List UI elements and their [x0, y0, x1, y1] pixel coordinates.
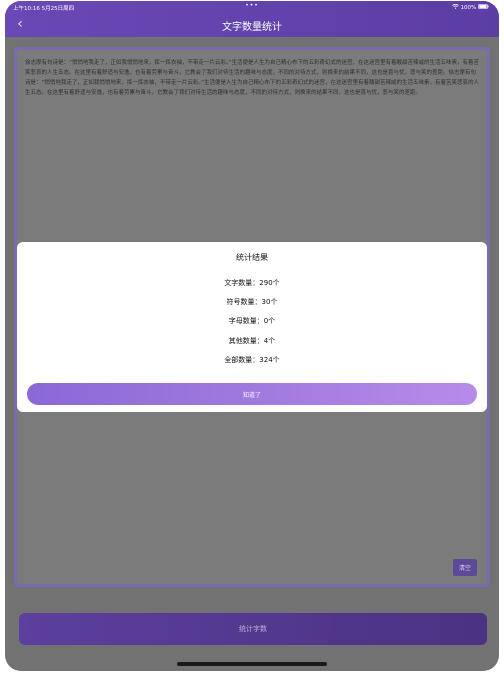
- battery-percent: 100%: [460, 5, 477, 11]
- text-content[interactable]: 徐志摩有句诗是：“悄悄地我走了，正如我悄悄地来，挥一挥衣袖，不带走一片云彩。”生…: [17, 50, 487, 106]
- modal-title: 统计结果: [236, 253, 268, 262]
- status-dots: •••: [245, 2, 259, 9]
- clear-button[interactable]: 清空: [452, 559, 477, 576]
- wifi-icon: [451, 3, 461, 11]
- page-title: 文字数量统计: [222, 22, 282, 33]
- count-button[interactable]: 统计字数: [19, 613, 487, 645]
- status-right: 100%: [451, 3, 489, 11]
- status-bar: 上午10:16 5月25日周四 ••• 100%: [5, 1, 499, 13]
- stat-other-count: 其他数量：4个: [228, 337, 276, 345]
- stat-letter-count: 字母数量：0个: [228, 317, 276, 325]
- home-indicator[interactable]: [177, 662, 327, 666]
- nav-bar: ‹ 文字数量统计: [5, 13, 499, 37]
- stat-total-count: 全部数量：324个: [224, 356, 280, 364]
- stat-text-count: 文字数量：290个: [224, 279, 280, 287]
- stat-symbol-count: 符号数量：30个: [226, 298, 278, 306]
- result-modal: 统计结果 文字数量：290个 符号数量：30个 字母数量：0个 其他数量：4个 …: [17, 242, 487, 412]
- ok-button[interactable]: 知道了: [27, 383, 477, 405]
- battery-icon: [478, 4, 489, 11]
